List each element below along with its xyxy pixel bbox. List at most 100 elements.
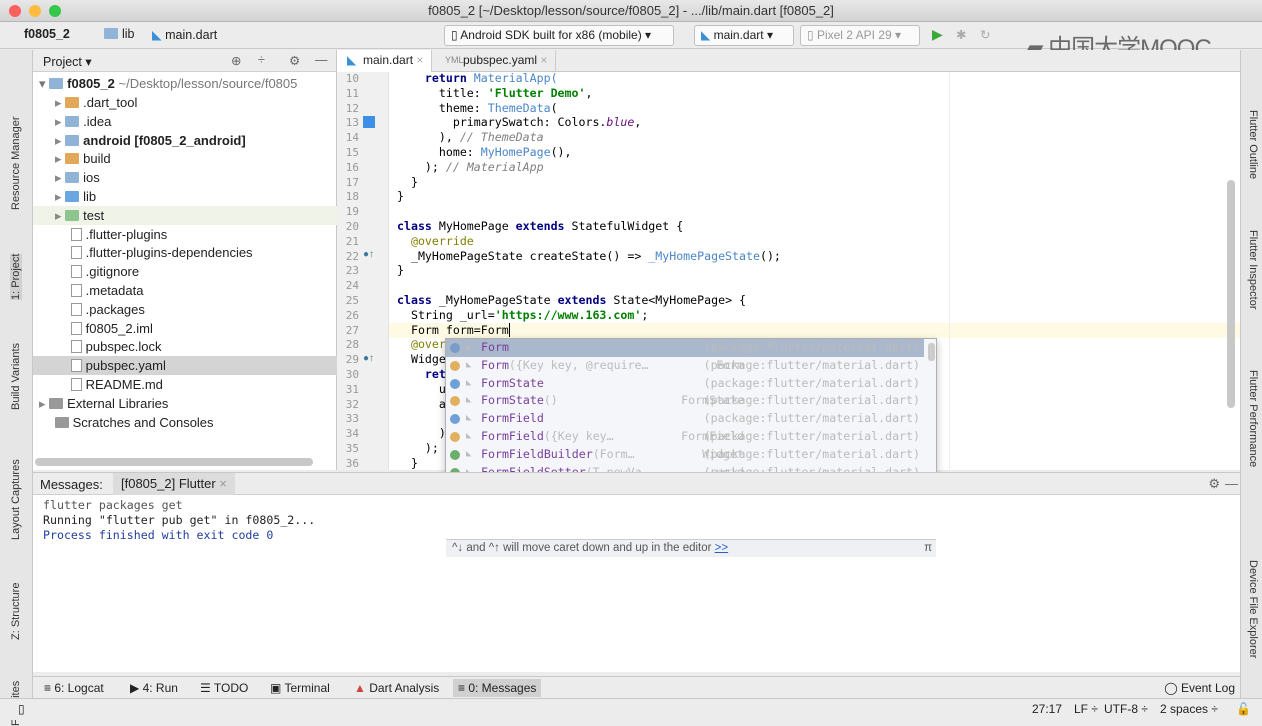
tree-item[interactable]: ▸ test xyxy=(33,206,337,225)
code-line[interactable]: title: 'Flutter Demo', xyxy=(397,86,592,101)
run-config-selector[interactable]: ◣ main.dart ▾ xyxy=(694,25,794,46)
resource-manager-tab[interactable]: Resource Manager xyxy=(10,116,22,210)
layout-captures-tab[interactable]: Layout Captures xyxy=(10,459,22,540)
code-line[interactable]: ); xyxy=(397,441,439,456)
hide-icon[interactable]: — xyxy=(1225,476,1238,491)
run-tool-button[interactable]: ▶ 4: Run xyxy=(125,679,183,697)
toggle-tool-windows-icon[interactable]: ▯ xyxy=(18,699,25,719)
completion-item[interactable]: ◣FormFieldBuilder(Form…Widget(package:fl… xyxy=(446,446,924,464)
completion-item[interactable]: ◣FormState()FormState(package:flutter/ma… xyxy=(446,392,924,410)
code-line[interactable]: class MyHomePage extends StatefulWidget … xyxy=(397,219,683,234)
tree-item[interactable]: ▸ .idea xyxy=(33,112,337,131)
code-line[interactable]: primarySwatch: Colors.blue, xyxy=(397,115,641,130)
lock-icon[interactable]: 🔓 xyxy=(1236,699,1251,719)
dart-analysis-tool-button[interactable]: ▲ Dart Analysis xyxy=(349,679,444,697)
indent[interactable]: 2 spaces ÷ xyxy=(1160,699,1218,719)
code-line[interactable]: } xyxy=(397,189,404,204)
tree-item[interactable]: .gitignore xyxy=(33,262,337,281)
vertical-scrollbar[interactable] xyxy=(1227,180,1235,408)
code-line[interactable]: a xyxy=(397,397,446,412)
avd-selector[interactable]: ▯ Pixel 2 API 29 ▾ xyxy=(800,25,920,46)
terminal-tool-button[interactable]: ▣ Terminal xyxy=(265,679,335,697)
tree-item[interactable]: ▸ External Libraries xyxy=(33,394,337,413)
code-line[interactable]: @override xyxy=(397,234,474,249)
messages-tab[interactable]: [f0805_2] Flutter × xyxy=(113,473,235,495)
collapse-all-icon[interactable]: ÷ xyxy=(258,53,265,67)
override-marker-icon[interactable]: ●↑ xyxy=(363,249,374,260)
tree-item[interactable]: ▸ build xyxy=(33,149,337,168)
code-line[interactable]: ret xyxy=(397,367,446,382)
code-line[interactable]: } xyxy=(397,263,404,278)
debug-icon[interactable]: ✱ xyxy=(956,27,966,42)
line-separator[interactable]: LF ÷ xyxy=(1074,699,1098,719)
structure-tab[interactable]: Z: Structure xyxy=(10,583,22,640)
code-line[interactable]: Widge xyxy=(397,352,446,367)
code-line[interactable]: _MyHomePageState createState() => _MyHom… xyxy=(397,249,781,264)
horizontal-scrollbar[interactable] xyxy=(35,458,313,466)
hot-reload-icon[interactable]: ↻ xyxy=(980,27,990,42)
completion-item[interactable]: ◣FormState(package:flutter/material.dart… xyxy=(446,375,924,393)
hint-link[interactable]: >> xyxy=(715,542,728,554)
tree-item[interactable]: .flutter-plugins xyxy=(33,225,337,244)
gear-icon[interactable]: ⚙ xyxy=(1208,476,1220,492)
hide-icon[interactable]: — xyxy=(315,53,328,67)
pi-icon[interactable]: π xyxy=(924,540,932,556)
code-line[interactable]: ), // ThemeData xyxy=(397,130,544,145)
tree-item[interactable]: .flutter-plugins-dependencies xyxy=(33,243,337,262)
tree-item[interactable]: ▸ android [f0805_2_android] xyxy=(33,131,337,150)
flutter-outline-tab[interactable]: Flutter Outline xyxy=(1247,110,1259,179)
close-window-button[interactable] xyxy=(9,5,21,17)
breadcrumb-project[interactable]: f0805_2 xyxy=(24,27,70,41)
tree-item[interactable]: ▸ .dart_tool xyxy=(33,93,337,112)
device-file-explorer-tab[interactable]: Device File Explorer xyxy=(1247,560,1259,658)
logcat-tool-button[interactable]: ≡ 6: Logcat xyxy=(39,679,109,697)
code-line[interactable]: @over xyxy=(397,337,446,352)
encoding[interactable]: UTF-8 ÷ xyxy=(1104,699,1148,719)
code-line[interactable]: ); // MaterialApp xyxy=(397,160,544,175)
run-icon[interactable]: ▶ xyxy=(932,26,943,43)
override-marker-icon[interactable]: ●↑ xyxy=(363,353,374,364)
todo-tool-button[interactable]: ☰ TODO xyxy=(195,679,253,697)
tree-root[interactable]: ▾ f0805_2 ~/Desktop/lesson/source/f0805 xyxy=(33,74,337,93)
code-line[interactable]: ) xyxy=(397,426,446,441)
close-tab-icon[interactable]: × xyxy=(540,53,547,67)
breadcrumb-file[interactable]: ◣ main.dart xyxy=(152,27,217,42)
minimize-window-button[interactable] xyxy=(29,5,41,17)
tab-pubspec-yaml[interactable]: YMLpubspec.yaml × xyxy=(437,50,556,72)
event-log-button[interactable]: ◯ Event Log xyxy=(1159,679,1240,697)
code-line[interactable]: class _MyHomePageState extends State<MyH… xyxy=(397,293,746,308)
device-selector[interactable]: ▯ Android SDK built for x86 (mobile) ▾ xyxy=(444,25,674,46)
project-view-selector[interactable]: Project ▾ xyxy=(43,54,92,69)
completion-item[interactable]: ◣FormField({Key key…FormField(package:fl… xyxy=(446,428,924,446)
close-tab-icon[interactable]: × xyxy=(219,476,227,491)
messages-tool-button[interactable]: ≡ 0: Messages xyxy=(453,679,541,697)
code-line[interactable]: String _url='https://www.163.com'; xyxy=(397,308,648,323)
code-line[interactable]: } xyxy=(397,175,418,190)
tree-item[interactable]: ▸ lib xyxy=(33,187,337,206)
caret-position[interactable]: 27:17 xyxy=(1032,699,1062,719)
tree-item[interactable]: ▸ ios xyxy=(33,168,337,187)
gear-icon[interactable]: ⚙ xyxy=(289,53,300,68)
code-line[interactable]: home: MyHomePage(), xyxy=(397,145,572,160)
breadcrumb-lib[interactable]: lib xyxy=(104,27,135,41)
tree-item[interactable]: pubspec.yaml xyxy=(33,356,337,375)
tree-item[interactable]: f0805_2.iml xyxy=(33,319,337,338)
tree-item[interactable]: .packages xyxy=(33,300,337,319)
tree-item[interactable]: pubspec.lock xyxy=(33,337,337,356)
flutter-inspector-tab[interactable]: Flutter Inspector xyxy=(1247,230,1259,309)
code-line[interactable]: Form form=Form xyxy=(397,323,510,338)
locate-icon[interactable]: ⊕ xyxy=(231,53,241,68)
code-line[interactable]: } xyxy=(397,456,418,470)
code-line[interactable]: u xyxy=(397,382,446,397)
completion-item[interactable]: ◣Form(package:flutter/material.dart) xyxy=(446,339,924,357)
code-line[interactable]: return MaterialApp( xyxy=(397,72,558,86)
close-tab-icon[interactable]: × xyxy=(416,53,423,67)
popup-scrollbar[interactable] xyxy=(928,343,935,361)
completion-item[interactable]: ◣FormField(package:flutter/material.dart… xyxy=(446,410,924,428)
project-tool-tab[interactable]: 1: Project xyxy=(10,254,22,300)
code-line[interactable]: theme: ThemeData( xyxy=(397,101,558,116)
tree-item[interactable]: README.md xyxy=(33,375,337,394)
tree-item[interactable]: .metadata xyxy=(33,281,337,300)
tree-item[interactable]: Scratches and Consoles xyxy=(33,413,337,432)
flutter-performance-tab[interactable]: Flutter Performance xyxy=(1247,370,1259,467)
